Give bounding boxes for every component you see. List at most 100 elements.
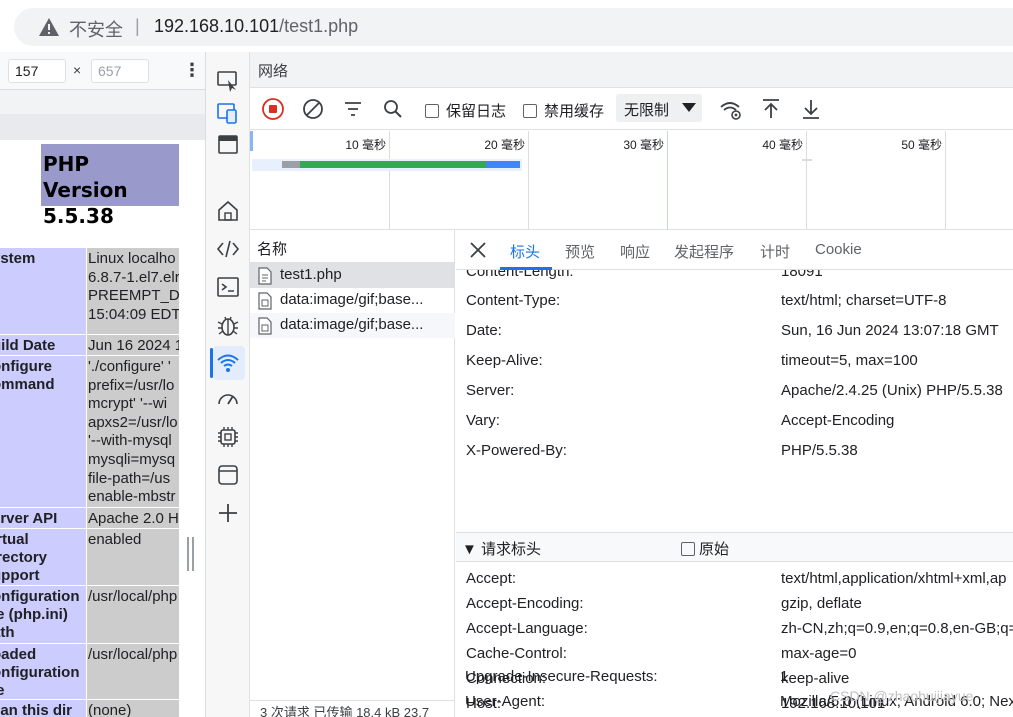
filter-icon[interactable] <box>341 97 365 121</box>
php-value: Apache 2.0 H <box>87 508 179 528</box>
device-toolbar: 157 × 657 ⋮ <box>0 52 205 90</box>
address-bar: 不安全 | 192.168.10.101/test1.php <box>0 0 1013 52</box>
detail-tabs: 标头 预览 响应 发起程序 计时 Cookie <box>456 230 1013 270</box>
panel-titlebar <box>250 52 1013 88</box>
device-emulation-icon[interactable] <box>215 100 241 126</box>
security-label[interactable]: 不安全 <box>69 16 123 42</box>
preserve-log-checkbox[interactable]: 保留日志 <box>425 100 506 121</box>
request-header-value: text/html,application/xhtml+xml,ap <box>781 570 1007 587</box>
request-header-key: Accept-Encoding: <box>466 595 584 612</box>
add-tool-icon[interactable] <box>215 500 241 526</box>
php-row-system: ystem Linux localho6.8.7-1.el7.elr PREEM… <box>0 248 179 334</box>
inspect-icon[interactable] <box>215 68 241 94</box>
panel-title: 网络 <box>258 63 289 80</box>
elements-icon[interactable] <box>215 236 241 262</box>
request-header-key: Accept-Language: <box>466 620 588 637</box>
request-headers-section[interactable]: ▼ 请求标头 原始 <box>456 532 1013 562</box>
device-viewport: 157 × 657 ⋮ PHP Version5.5.38 ystem Linu… <box>0 52 205 717</box>
php-value: /usr/local/php <box>87 586 179 643</box>
request-header-value: gzip, deflate <box>781 595 862 612</box>
tab-timing[interactable]: 计时 <box>760 241 790 262</box>
import-har-icon[interactable] <box>759 97 783 121</box>
ruler-strip <box>0 114 205 140</box>
network-toolbar: 保留日志 禁用缓存 无限制 <box>250 88 1013 130</box>
url-text[interactable]: 192.168.10.101/test1.php <box>154 16 358 37</box>
memory-icon[interactable] <box>215 424 241 450</box>
tick-label: 20 毫秒 <box>484 138 525 152</box>
window-icon[interactable] <box>215 132 241 158</box>
url-separator: | <box>135 16 140 36</box>
image-file-icon <box>258 292 272 310</box>
network-panel: 网络 保留日志 禁用缓存 无限制 10 毫秒 20 毫秒 30 毫秒 40 毫秒… <box>250 52 1013 717</box>
timeline-gridline <box>806 131 807 230</box>
active-tab-underline <box>500 267 552 270</box>
document-icon <box>258 267 272 285</box>
request-header-value: keep-alive <box>781 670 850 687</box>
close-icon[interactable] <box>468 240 488 260</box>
activity-bar <box>206 52 250 717</box>
request-header-value: max-age=0 <box>781 645 857 662</box>
php-version-title: PHP Version 5.5.38 <box>43 152 128 228</box>
request-header-value: zh-CN,zh;q=0.9,en;q=0.8,en-GB;q=0 <box>781 620 1013 637</box>
php-value: enabled <box>87 529 179 585</box>
network-wifi-icon[interactable] <box>215 350 241 376</box>
tick-label: 40 毫秒 <box>762 138 803 152</box>
resize-handle[interactable] <box>187 537 195 571</box>
php-info-page: PHP Version5.5.38 ystem Linux localho6.8… <box>0 140 179 717</box>
php-row-loaded-config: oadedonfigurationle /usr/local/php <box>0 644 179 699</box>
network-conditions-icon[interactable] <box>719 97 743 121</box>
php-key: irtualirectoryupport <box>0 529 86 585</box>
application-icon[interactable] <box>215 462 241 488</box>
tab-preview[interactable]: 预览 <box>565 241 595 262</box>
php-row-server-api: erver API Apache 2.0 H <box>0 508 179 528</box>
tick-label: 10 毫秒 <box>345 138 386 152</box>
warning-icon[interactable] <box>38 17 60 37</box>
tick-label: 30 毫秒 <box>623 138 664 152</box>
request-row[interactable]: data:image/gif;base... <box>250 288 455 313</box>
response-header-value: timeout=5, max=100 <box>781 352 918 369</box>
response-header-key: Date: <box>466 322 502 339</box>
request-header-value: 1 <box>780 668 789 685</box>
disable-cache-checkbox[interactable]: 禁用缓存 <box>523 100 604 121</box>
name-column-header[interactable]: 名称 <box>250 230 455 263</box>
checkbox-box <box>523 104 537 118</box>
php-row-build-date: uild Date Jun 16 2024 1 <box>0 335 179 355</box>
home-icon[interactable] <box>215 198 241 224</box>
request-row[interactable]: data:image/gif;base... <box>250 313 455 338</box>
php-key: uild Date <box>0 335 86 355</box>
request-header-key: Upgrade-Insecure-Requests: <box>465 668 658 685</box>
tab-initiator[interactable]: 发起程序 <box>674 241 734 262</box>
request-row[interactable]: test1.php <box>250 263 455 288</box>
throttling-select[interactable]: 无限制 <box>616 94 702 122</box>
tab-response[interactable]: 响应 <box>620 241 650 262</box>
response-header-key: Content-Type: <box>466 292 561 309</box>
response-header-key: X-Powered-By: <box>466 442 567 459</box>
export-har-icon[interactable] <box>799 97 823 121</box>
url-host: 192.168.10.101 <box>154 16 280 36</box>
record-stop-icon[interactable] <box>261 97 285 121</box>
bug-icon[interactable] <box>215 312 241 338</box>
request-header-key: Accept: <box>466 570 517 587</box>
checkbox-box <box>681 542 695 556</box>
tab-headers[interactable]: 标头 <box>510 241 540 262</box>
php-key: onfigureommand <box>0 356 86 507</box>
request-header-key: Cache-Control: <box>466 645 567 662</box>
more-options-icon[interactable]: ⋮ <box>183 60 201 80</box>
viewport-height-input[interactable]: 657 <box>91 59 149 83</box>
response-header-value: Accept-Encoding <box>781 412 895 429</box>
php-key: can this dir <box>0 700 86 717</box>
timeline-gridline <box>389 131 390 230</box>
performance-icon[interactable] <box>215 386 241 412</box>
raw-checkbox[interactable]: 原始 <box>681 538 729 559</box>
clear-icon[interactable] <box>301 97 325 121</box>
search-icon[interactable] <box>381 97 405 121</box>
dimension-separator: × <box>73 62 82 78</box>
console-icon[interactable] <box>215 274 241 300</box>
timeline-overview[interactable]: 10 毫秒 20 毫秒 30 毫秒 40 毫秒 50 毫秒 <box>250 131 1013 230</box>
selection-handle[interactable] <box>250 131 253 151</box>
timeline-gridline <box>667 131 668 230</box>
timeline-gridline <box>945 131 946 230</box>
tab-cookie[interactable]: Cookie <box>815 241 862 258</box>
url-path: /test1.php <box>279 16 359 36</box>
viewport-width-input[interactable]: 157 <box>8 59 66 83</box>
